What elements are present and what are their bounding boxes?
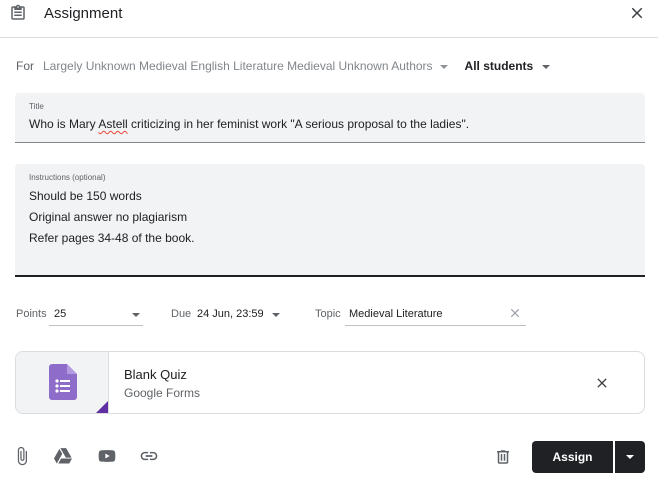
attachment-thumbnail xyxy=(16,352,109,413)
assign-button-group: Assign xyxy=(532,441,645,473)
google-drive-icon[interactable] xyxy=(53,446,73,466)
attachment-card[interactable]: Blank Quiz Google Forms xyxy=(15,351,645,414)
youtube-icon[interactable] xyxy=(97,446,117,466)
title-field[interactable]: Title Who is Mary Astell criticizing in … xyxy=(15,93,645,143)
points-underline xyxy=(49,325,143,326)
assignment-icon xyxy=(11,4,25,20)
due-select[interactable]: 24 Jun, 23:59 xyxy=(197,308,264,320)
attachment-type: Google Forms xyxy=(124,386,201,400)
assign-button[interactable]: Assign xyxy=(532,441,613,473)
chevron-down-icon[interactable] xyxy=(542,64,551,69)
instructions-field[interactable]: Instructions (optional) Should be 150 wo… xyxy=(15,164,645,277)
assign-to-row: For Largely Unknown Medieval English Lit… xyxy=(16,58,551,74)
class-select[interactable]: Largely Unknown Medieval English Literat… xyxy=(43,59,433,73)
for-label: For xyxy=(16,59,34,73)
assign-options-button[interactable] xyxy=(615,441,645,473)
misspelled-word: Astell xyxy=(98,117,128,131)
assignment-settings-row: Points 25 Due 24 Jun, 23:59 Topic Mediev… xyxy=(0,300,658,330)
title-input[interactable]: Who is Mary Astell criticizing in her fe… xyxy=(29,117,469,131)
trash-icon[interactable] xyxy=(494,448,512,466)
chevron-down-icon xyxy=(626,455,634,459)
title-text-after: criticizing in her feminist work "A seri… xyxy=(127,117,470,131)
points-select[interactable]: 25 xyxy=(54,308,66,320)
students-select[interactable]: All students xyxy=(465,59,534,73)
dialog-title: Assignment xyxy=(44,5,123,22)
title-field-label: Title xyxy=(29,102,44,111)
topic-underline xyxy=(345,325,526,326)
chevron-down-icon[interactable] xyxy=(272,313,280,317)
topic-label: Topic xyxy=(315,308,341,320)
paperclip-icon[interactable] xyxy=(12,446,32,466)
chevron-down-icon[interactable] xyxy=(132,313,140,317)
close-icon[interactable] xyxy=(628,4,646,22)
topic-select[interactable]: Medieval Literature xyxy=(349,308,443,320)
instructions-field-label: Instructions (optional) xyxy=(29,173,106,182)
instructions-line: Original answer no plagiarism xyxy=(29,210,188,224)
title-text-before: Who is Mary xyxy=(29,117,99,131)
attachment-name[interactable]: Blank Quiz xyxy=(124,367,187,382)
due-label: Due xyxy=(171,308,192,320)
points-label: Points xyxy=(16,308,47,320)
clear-topic-icon[interactable] xyxy=(508,306,522,320)
chevron-down-icon[interactable] xyxy=(439,64,448,69)
link-icon[interactable] xyxy=(139,446,159,466)
google-forms-icon xyxy=(49,364,77,400)
forms-corner-accent xyxy=(94,401,108,413)
instructions-line: Refer pages 34-48 of the book. xyxy=(29,231,195,245)
instructions-line: Should be 150 words xyxy=(29,189,142,203)
remove-attachment-icon[interactable] xyxy=(594,375,610,391)
dialog-header: Assignment xyxy=(0,0,658,38)
